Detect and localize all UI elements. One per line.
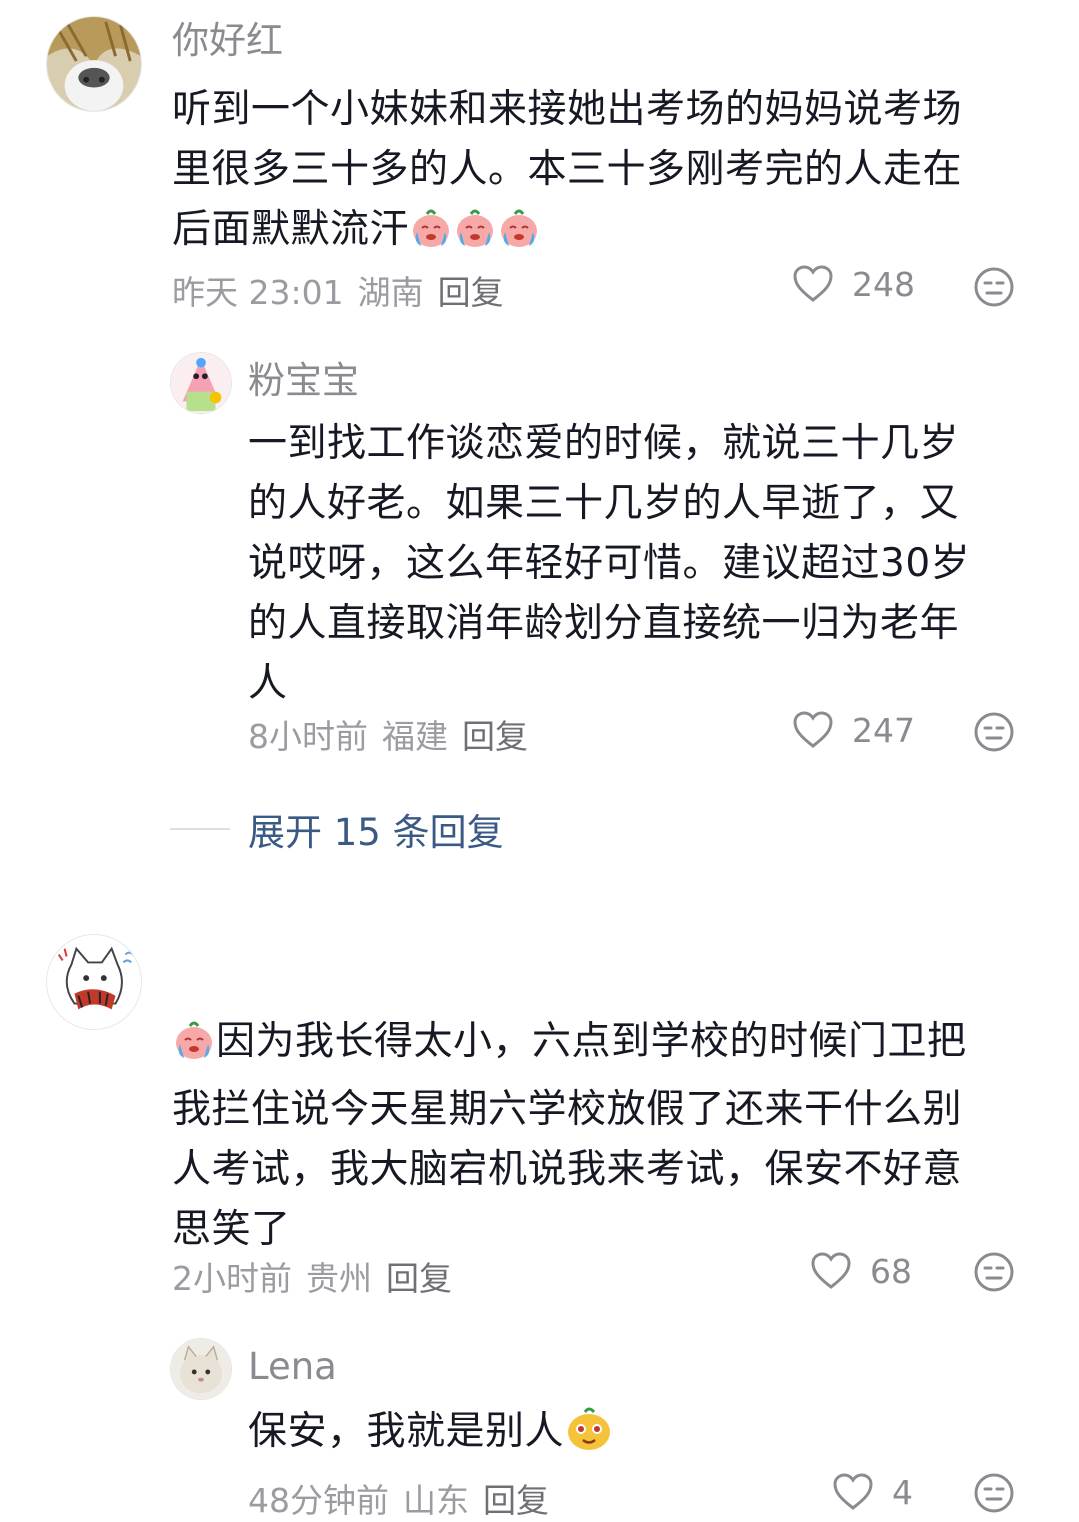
- comment-meta: 昨天 23:01 湖南 回复: [172, 266, 518, 314]
- reply-location: 山东: [403, 1481, 469, 1520]
- reply-text-line: 的人直接取消年龄划分直接统一归为老年: [248, 601, 960, 646]
- avatar-cat[interactable]: [46, 934, 142, 1030]
- heart-outline-icon: [793, 711, 833, 748]
- reply-meta: 48分钟前 山东 回复: [248, 1474, 563, 1522]
- comment-location: 湖南: [357, 273, 424, 312]
- comment-text-line: 里很多三十多的人。本三十多刚考完的人走在: [172, 147, 963, 192]
- dislike-button[interactable]: [973, 1472, 1015, 1518]
- expand-replies-button[interactable]: 展开 15 条回复: [170, 802, 504, 856]
- comment-text-line: 人考试，我大脑宕机说我来考试，保安不好意: [172, 1147, 963, 1192]
- reply-button[interactable]: 回复: [462, 717, 528, 756]
- reply-location: 福建: [382, 717, 448, 756]
- reply-time: 8小时前: [248, 717, 368, 756]
- reply-text-line: 保安，我就是别人: [248, 1409, 565, 1454]
- dislike-face-icon: [974, 712, 1014, 752]
- comment-text-line: 听到一个小妹妹和来接她出考场的妈妈说考场: [172, 87, 963, 132]
- comment-text-line: 我拦住说今天星期六学校放假了还来干什么别: [172, 1087, 963, 1132]
- reply-text-line: 一到找工作谈恋爱的时候，就说三十几岁: [248, 421, 960, 466]
- comment-time: 昨天 23:01: [172, 273, 344, 312]
- smiling-peach-emoji: [564, 1404, 614, 1470]
- reply-button[interactable]: 回复: [483, 1481, 549, 1520]
- comment-meta: 2小时前 贵州 回复: [172, 1252, 466, 1300]
- crying-peach-emoji: [409, 206, 453, 268]
- like-button[interactable]: 247: [792, 710, 915, 750]
- avatar-fenbaobao[interactable]: [170, 352, 232, 414]
- like-count: 248: [852, 264, 915, 304]
- like-button[interactable]: 4: [832, 1472, 913, 1512]
- avatar-lena[interactable]: [170, 1338, 232, 1400]
- crying-peach-emoji: [172, 1018, 216, 1080]
- reply-text: 一到找工作谈恋爱的时候，就说三十几岁 的人好老。如果三十几岁的人早逝了，又 说哎…: [248, 414, 1038, 714]
- reply-text-line: 的人好老。如果三十几岁的人早逝了，又: [248, 481, 960, 526]
- dislike-button[interactable]: [973, 711, 1015, 757]
- comment-text-line: 后面默默流汗: [172, 200, 1032, 268]
- dislike-button[interactable]: [973, 266, 1015, 312]
- comment-username[interactable]: 你好红: [172, 22, 283, 59]
- dislike-face-icon: [974, 1252, 1014, 1292]
- like-count: 4: [892, 1472, 913, 1512]
- like-button[interactable]: 68: [810, 1251, 912, 1291]
- avatar-nihaohong[interactable]: [46, 16, 142, 112]
- reply-text-line: 人: [248, 661, 288, 706]
- like-count: 68: [870, 1251, 912, 1291]
- heart-outline-icon: [833, 1473, 873, 1510]
- heart-outline-icon: [811, 1252, 851, 1289]
- divider-line: [170, 828, 230, 830]
- heart-outline-icon: [793, 265, 833, 302]
- reply-button[interactable]: 回复: [438, 273, 504, 312]
- reply-text: 保安，我就是别人: [248, 1402, 1038, 1470]
- dislike-face-icon: [974, 267, 1014, 307]
- like-button[interactable]: 248: [792, 264, 915, 304]
- crying-peach-emoji: [497, 206, 541, 268]
- comment-text: 因为我长得太小，六点到学校的时候门卫把 我拦住说今天星期六学校放假了还来干什么别…: [172, 1012, 1042, 1260]
- reply-username[interactable]: 粉宝宝: [248, 362, 359, 399]
- dislike-face-icon: [974, 1473, 1014, 1513]
- reply-time: 48分钟前: [248, 1481, 389, 1520]
- dislike-button[interactable]: [973, 1251, 1015, 1297]
- comment-text-line: 后面默默流汗: [172, 207, 410, 252]
- expand-replies-label: 展开 15 条回复: [248, 811, 504, 854]
- comment-time: 2小时前: [172, 1259, 292, 1298]
- comment-text: 听到一个小妹妹和来接她出考场的妈妈说考场 里很多三十多的人。本三十多刚考完的人走…: [172, 80, 1032, 268]
- comment-text-line: 因为我长得太小，六点到学校的时候门卫把: [172, 1012, 1042, 1080]
- crying-peach-emoji: [453, 206, 497, 268]
- like-count: 247: [852, 710, 915, 750]
- reply-text-line: 说哎呀，这么年轻好可惜。建议超过30岁: [248, 541, 971, 586]
- comment-text-line: 因为我长得太小，六点到学校的时候门卫把: [216, 1019, 967, 1064]
- reply-username[interactable]: Lena: [248, 1348, 337, 1385]
- comment-location: 贵州: [306, 1259, 372, 1298]
- reply-text-line: 保安，我就是别人: [248, 1402, 1038, 1470]
- reply-meta: 8小时前 福建 回复: [248, 710, 542, 758]
- reply-button[interactable]: 回复: [386, 1259, 452, 1298]
